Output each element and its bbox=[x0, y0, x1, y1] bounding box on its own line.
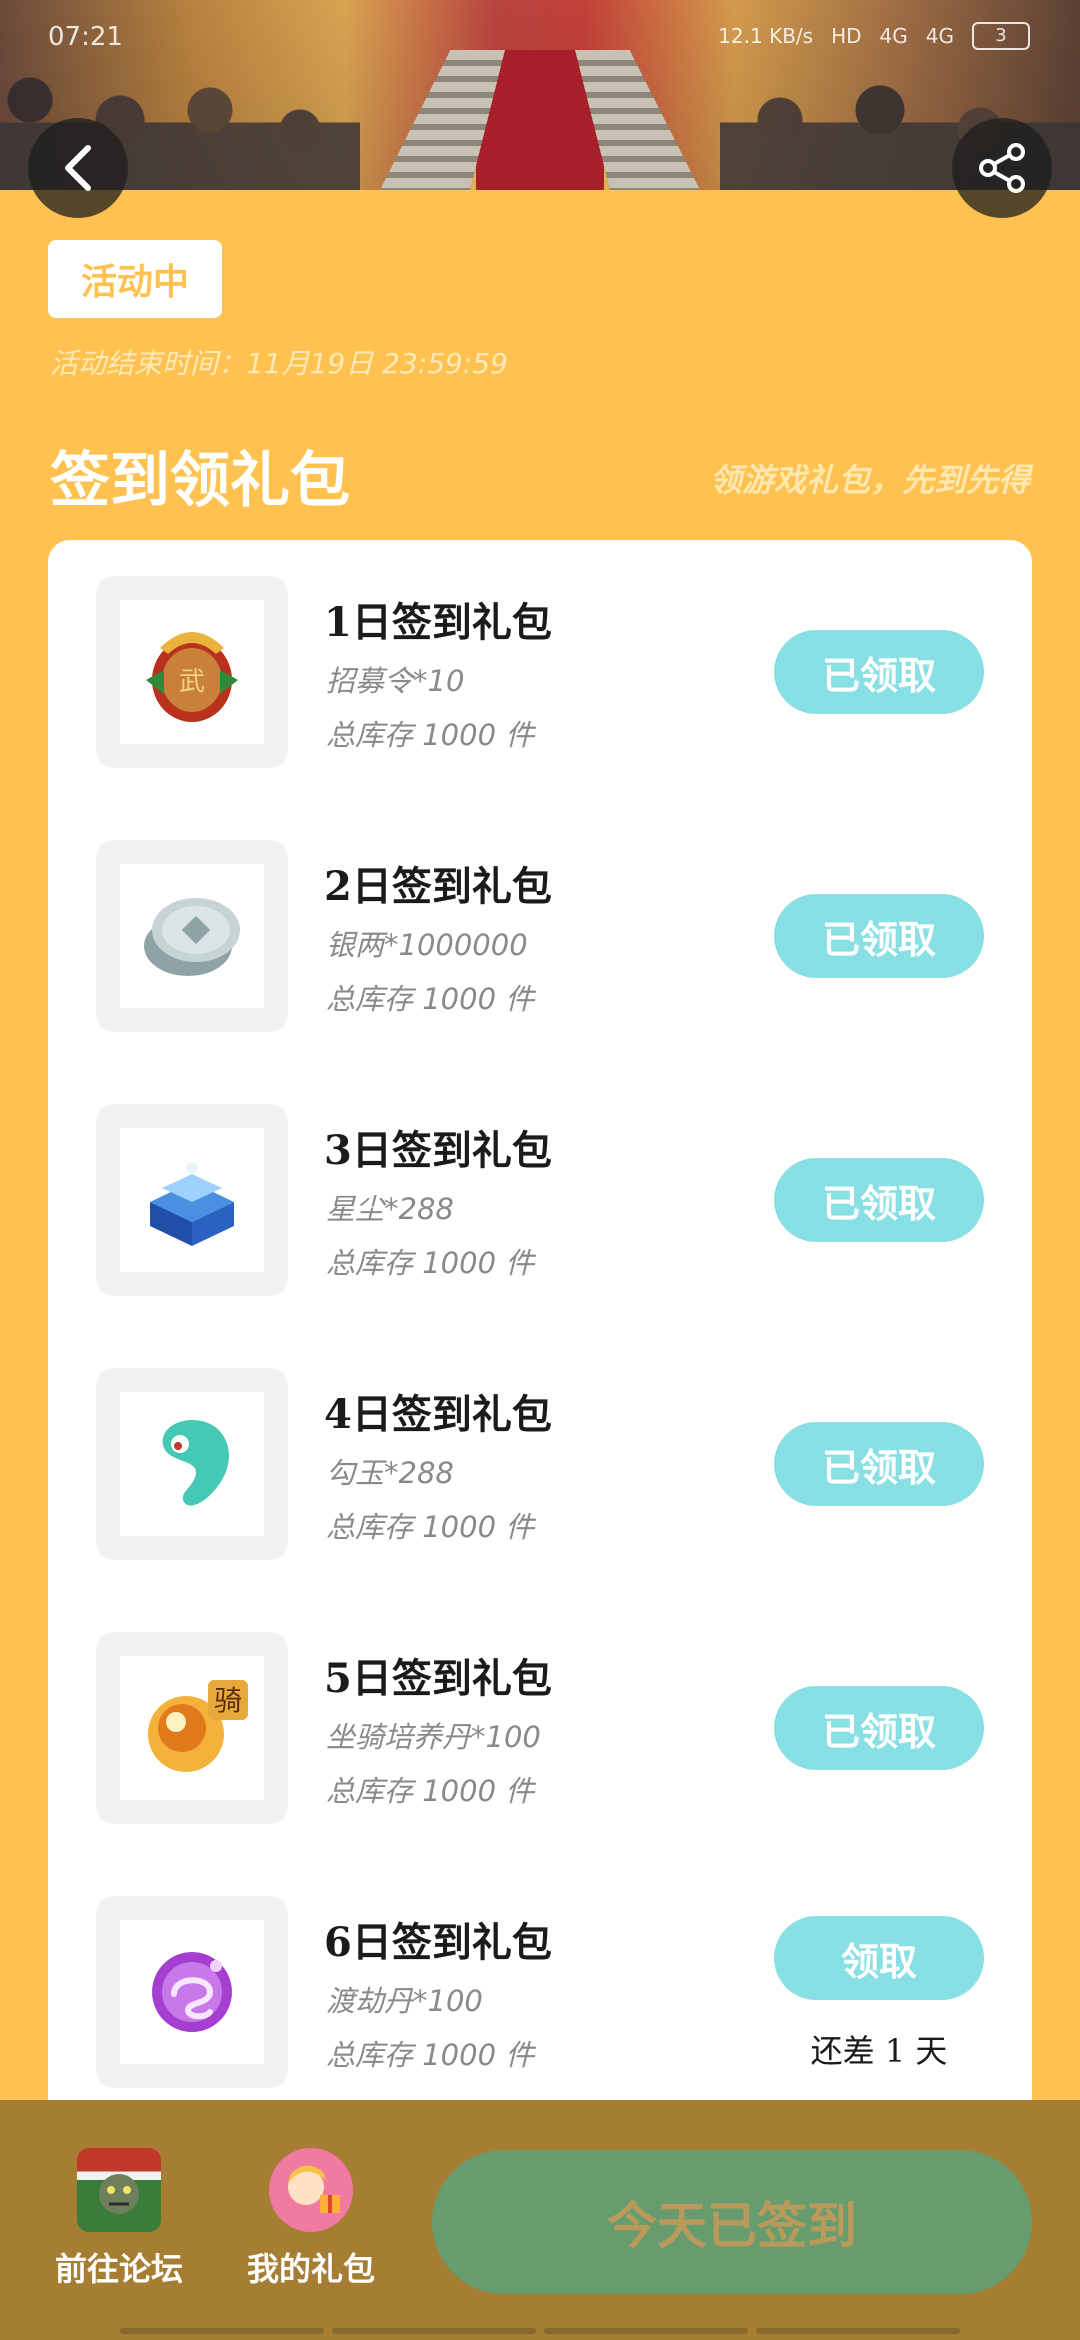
gift-item-day-1: 武 1日签到礼包 招募令*10 总库存 1000 件 已领取 bbox=[48, 576, 1032, 768]
claimed-button[interactable]: 已领取 bbox=[774, 1158, 984, 1242]
gift-reward: 招募令*10 bbox=[326, 664, 465, 698]
share-button[interactable] bbox=[952, 118, 1052, 218]
back-button[interactable] bbox=[28, 118, 128, 218]
gift-thumb: 骑 bbox=[96, 1632, 288, 1824]
gift-stock: 总库存 1000 件 bbox=[326, 1774, 535, 1808]
status-time: 07:21 bbox=[48, 22, 123, 52]
magatama-icon bbox=[162, 1420, 230, 1506]
mount-pill-icon: 骑 bbox=[148, 1680, 248, 1772]
gift-list-card: 武 1日签到礼包 招募令*10 总库存 1000 件 已领取 2日签到礼包 银两… bbox=[48, 540, 1032, 2100]
home-indicator bbox=[120, 2328, 960, 2334]
gift-item-day-2: 2日签到礼包 银两*1000000 总库存 1000 件 已领取 bbox=[48, 840, 1032, 1032]
gift-thumb bbox=[96, 1104, 288, 1296]
gift-item-day-6: 6日签到礼包 渡劫丹*100 总库存 1000 件 领取 还差 1 天 bbox=[48, 1896, 1032, 2088]
recruit-token-icon: 武 bbox=[146, 632, 238, 722]
hd-badge: HD bbox=[831, 24, 862, 48]
gift-stock: 总库存 1000 件 bbox=[326, 718, 535, 752]
svg-text:武: 武 bbox=[179, 667, 205, 697]
signal-2: 4G bbox=[925, 24, 954, 48]
status-bar: 07:21 12.1 KB/s HD 4G 4G 3 bbox=[0, 18, 1080, 58]
signal-1: 4G bbox=[879, 24, 908, 48]
gift-title: 6日签到礼包 bbox=[324, 1919, 552, 1966]
forum-button[interactable]: 前往论坛 bbox=[44, 2148, 194, 2290]
section-subtitle: 领游戏礼包，先到先得 bbox=[709, 461, 1030, 499]
forum-label: 前往论坛 bbox=[54, 2250, 183, 2288]
claimed-button[interactable]: 已领取 bbox=[774, 1686, 984, 1770]
gift-item-day-3: 3日签到礼包 星尘*288 总库存 1000 件 已领取 bbox=[48, 1104, 1032, 1296]
gift-reward: 银两*1000000 bbox=[326, 928, 528, 962]
gift-reward: 勾玉*288 bbox=[326, 1456, 454, 1490]
activity-status-badge: 活动中 bbox=[48, 240, 222, 318]
activity-end-time: 活动结束时间：11月19日 23:59:59 bbox=[50, 347, 508, 380]
stardust-chest-icon bbox=[150, 1162, 234, 1246]
gift-reward: 星尘*288 bbox=[326, 1192, 454, 1226]
gift-stock: 总库存 1000 件 bbox=[326, 1246, 535, 1280]
my-gifts-label: 我的礼包 bbox=[246, 2250, 375, 2288]
status-indicators: 12.1 KB/s HD 4G 4G 3 bbox=[718, 22, 1030, 50]
gift-title: 5日签到礼包 bbox=[324, 1655, 552, 1702]
gift-thumb: 武 bbox=[96, 576, 288, 768]
chevron-left-icon bbox=[65, 145, 91, 191]
forum-game-icon bbox=[77, 2148, 161, 2232]
share-icon bbox=[979, 143, 1025, 193]
days-remaining: 还差 1 天 bbox=[810, 2032, 948, 2070]
gift-title: 3日签到礼包 bbox=[324, 1127, 552, 1174]
gift-stock: 总库存 1000 件 bbox=[326, 2038, 535, 2072]
mount-badge: 骑 bbox=[214, 1684, 242, 1717]
gift-title: 2日签到礼包 bbox=[324, 863, 552, 910]
signed-in-today-button[interactable]: 今天已签到 bbox=[432, 2150, 1032, 2294]
gift-title: 1日签到礼包 bbox=[324, 599, 552, 646]
section-title: 签到领礼包 bbox=[50, 446, 350, 516]
bottom-bar: 前往论坛 我的礼包 今天已签到 bbox=[0, 2100, 1080, 2340]
gift-item-day-4: 4日签到礼包 勾玉*288 总库存 1000 件 已领取 bbox=[48, 1368, 1032, 1560]
gift-thumb bbox=[96, 1368, 288, 1560]
net-speed: 12.1 KB/s bbox=[718, 24, 814, 48]
my-gifts-icon bbox=[269, 2148, 353, 2232]
gift-item-day-5: 骑 5日签到礼包 坐骑培养丹*100 总库存 1000 件 已领取 bbox=[48, 1632, 1032, 1824]
claim-button[interactable]: 领取 bbox=[774, 1916, 984, 2000]
gift-title: 4日签到礼包 bbox=[324, 1391, 552, 1438]
battery-icon: 3 bbox=[972, 22, 1030, 50]
gift-reward: 渡劫丹*100 bbox=[326, 1984, 483, 2018]
gift-stock: 总库存 1000 件 bbox=[326, 1510, 535, 1544]
silver-coin-icon bbox=[144, 898, 240, 976]
claimed-button[interactable]: 已领取 bbox=[774, 1422, 984, 1506]
my-gifts-button[interactable]: 我的礼包 bbox=[236, 2148, 386, 2290]
gift-reward: 坐骑培养丹*100 bbox=[326, 1720, 541, 1754]
gift-thumb bbox=[96, 1896, 288, 2088]
claimed-button[interactable]: 已领取 bbox=[774, 894, 984, 978]
tribulation-pill-icon bbox=[152, 1952, 232, 2032]
gift-thumb bbox=[96, 840, 288, 1032]
gift-stock: 总库存 1000 件 bbox=[326, 982, 535, 1016]
claimed-button[interactable]: 已领取 bbox=[774, 630, 984, 714]
